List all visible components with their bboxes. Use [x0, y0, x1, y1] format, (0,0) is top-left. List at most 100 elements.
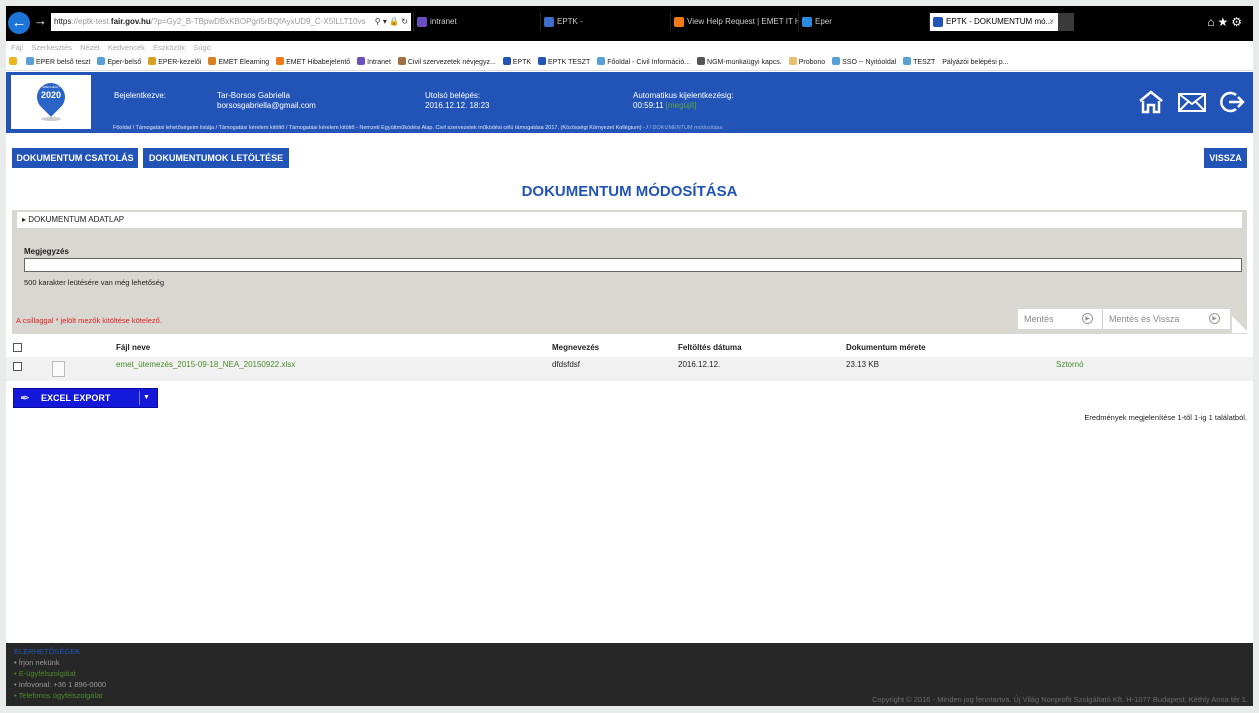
footer-link-phone-service[interactable]: • Telefonos ügyfélszolgálat	[14, 691, 102, 701]
document-datasheet-toggle[interactable]: ▸ DOKUMENTUM ADATLAP	[17, 212, 1242, 228]
szechenyi-2020-logo[interactable]: SZÉCHENYI 2020	[11, 75, 91, 129]
site-header: SZÉCHENYI 2020 Bejelentkezve: Tar-Borsos…	[6, 72, 1253, 133]
last-login-label: Utolsó belépés:	[425, 91, 481, 100]
play-circle-icon: ▶	[1082, 313, 1093, 324]
last-login-value: 2016.12.12. 18:23	[425, 101, 490, 110]
menu-file[interactable]: Fájl	[11, 43, 23, 52]
favorite-label: Intranet	[367, 59, 391, 66]
header-icons	[1130, 89, 1245, 115]
home-icon[interactable]	[1138, 89, 1164, 115]
favorite-link[interactable]: EPTK	[502, 55, 532, 70]
back-button[interactable]: VISSZA	[1204, 148, 1247, 168]
tab-intranet[interactable]: intranet	[413, 13, 540, 31]
favorite-label: Főoldal - Civil Információ...	[607, 59, 691, 66]
file-icon	[52, 361, 65, 377]
ie-icon	[802, 17, 812, 27]
footer-link-e-service[interactable]: • E-ügyfélszolgálat	[14, 669, 76, 679]
favorite-link[interactable]: EPTK TESZT	[537, 55, 591, 70]
back-arrow-icon[interactable]: ←	[8, 12, 30, 34]
tab-eper[interactable]: Eper	[798, 13, 929, 31]
menu-edit[interactable]: Szerkesztés	[31, 43, 72, 52]
logo-shadow	[41, 117, 61, 121]
logout-icon[interactable]	[1219, 89, 1245, 115]
favorite-link[interactable]: EPER belső teszt	[25, 55, 90, 70]
footer-link-write-us[interactable]: • Írjon nekünk	[14, 658, 60, 668]
close-tab-icon[interactable]: ×	[1049, 13, 1054, 31]
tab-eptk[interactable]: EPTK -	[540, 13, 670, 31]
favorite-link[interactable]: Probono	[788, 55, 825, 70]
favorite-link[interactable]: SSO -- Nyitóoldal	[832, 55, 896, 70]
favorite-label: NGM-munkaügyi kapcs.	[707, 59, 782, 66]
gear-icon[interactable]: ⚙	[1231, 15, 1245, 29]
favorite-label: Pályázói belépési p...	[942, 59, 1009, 66]
document-size: 23.13 KB	[846, 360, 879, 369]
forward-arrow-icon[interactable]: →	[34, 13, 47, 28]
emet-icon	[674, 17, 684, 27]
star-icon[interactable]: ★	[1217, 15, 1231, 29]
menu-help[interactable]: Súgó	[193, 43, 211, 52]
footer-link-label: Telefonos ügyfélszolgálat	[18, 691, 103, 700]
row-checkbox[interactable]	[13, 362, 22, 371]
tab-eptk-active[interactable]: EPTK - DOKUMENTUM mó... ×	[929, 13, 1058, 31]
site-footer: ELÉRHETŐSÉGEK • Írjon nekünk • E-ügyféls…	[6, 643, 1253, 706]
menu-favorites[interactable]: Kedvencek	[108, 43, 145, 52]
favorite-label: EPTK	[512, 59, 532, 66]
favorites-star-icon[interactable]	[9, 55, 19, 70]
note-label: Megjegyzés	[24, 247, 69, 256]
pen-icon: ✒	[20, 391, 31, 405]
download-documents-button[interactable]: DOKUMENTUMOK LETÖLTÉSE	[143, 148, 289, 168]
home-icon[interactable]: ⌂	[1207, 15, 1217, 29]
column-header-title[interactable]: Megnevezés	[552, 343, 599, 352]
save-button[interactable]: Mentés ▶	[1018, 309, 1102, 329]
tab-label: intranet	[430, 17, 457, 26]
mail-icon[interactable]	[1177, 89, 1207, 115]
favorite-link[interactable]: EMET Elearning	[208, 55, 269, 70]
favorite-link[interactable]: EPER-kezelői	[148, 55, 201, 70]
chevron-down-icon[interactable]: ▼	[143, 389, 150, 407]
favorite-label: EMET Hibabejelentő	[286, 59, 351, 66]
footer-infoline-label: Infovonal: +36 1 896-0000	[18, 680, 107, 689]
document-form: ▸ DOKUMENTUM ADATLAP Megjegyzés 500 kara…	[12, 210, 1249, 334]
excel-export-button[interactable]: ✒ EXCEL EXPORT ▼	[13, 388, 158, 408]
favorite-link[interactable]: EMET Hibabejelentő	[276, 55, 351, 70]
favorite-link[interactable]: NGM-munkaügyi kapcs.	[697, 55, 782, 70]
favorite-link[interactable]: Civil szervezetek névjegyz...	[397, 55, 496, 70]
menu-tools[interactable]: Eszközök	[153, 43, 185, 52]
note-field[interactable]	[24, 258, 1242, 272]
favorite-label: TESZT	[913, 59, 936, 66]
address-prefix: https	[54, 17, 72, 26]
menu-view[interactable]: Nézet	[80, 43, 100, 52]
new-tab-button[interactable]	[1058, 13, 1074, 31]
select-all-checkbox[interactable]	[13, 343, 22, 352]
favorite-link[interactable]: Eper-belső	[97, 55, 142, 70]
address-bar[interactable]: https://eptk-test.fair.gov.hu/?p=Gy2_B-T…	[51, 13, 411, 31]
contacts-heading: ELÉRHETŐSÉGEK	[14, 647, 81, 656]
favorite-link[interactable]: Pályázói belépési p...	[942, 55, 1009, 70]
cancel-link[interactable]: Sztornó	[1056, 360, 1084, 369]
favorite-label: Eper-belső	[107, 59, 142, 66]
file-name-link[interactable]: emet_ütemezés_2015-09-18_NEA_20150922.xl…	[116, 360, 295, 369]
breadcrumb-path[interactable]: Főoldal / Támogatási lehetőségeim listáj…	[113, 125, 650, 131]
favorite-link[interactable]: TESZT	[903, 55, 936, 70]
favorite-link[interactable]: Intranet	[357, 55, 391, 70]
button-divider	[139, 391, 140, 405]
copyright-text: Copyright © 2016 - Minden jog fenntartva…	[871, 695, 1248, 704]
attach-document-button[interactable]: DOKUMENTUM CSATOLÁS	[12, 148, 138, 168]
save-and-back-button[interactable]: Mentés és Vissza ▶	[1103, 309, 1230, 329]
tab-label: View Help Request | EMET IT H...	[687, 17, 798, 26]
address-controls-icon[interactable]: ⚲ ▾ 🔒 ↻	[375, 13, 408, 31]
required-fields-note: A csillaggal * jelölt mezők kitöltése kö…	[16, 316, 162, 325]
save-label: Mentés	[1024, 314, 1054, 324]
favorite-link[interactable]: Főoldal - Civil Információ...	[597, 55, 691, 70]
column-header-file-name[interactable]: Fájl neve	[116, 343, 150, 352]
browser-menu-bar: Fájl Szerkesztés Nézet Kedvencek Eszközö…	[6, 41, 1253, 55]
browser-toolbar-icons: ⌂★⚙	[1207, 15, 1245, 29]
favorite-label: EPTK TESZT	[547, 59, 591, 66]
intranet-icon	[417, 17, 427, 27]
tab-help-request[interactable]: View Help Request | EMET IT H...	[670, 13, 798, 31]
column-header-size[interactable]: Dokumentum mérete	[846, 343, 926, 352]
results-summary: Eredmények megjelenítése 1-től 1-ig 1 ta…	[1084, 413, 1247, 422]
renew-session-link[interactable]: [megújít]	[666, 101, 697, 110]
column-header-upload-date[interactable]: Feltöltés dátuma	[678, 343, 742, 352]
user-email: borsosgabriella@gmail.com	[217, 101, 316, 110]
